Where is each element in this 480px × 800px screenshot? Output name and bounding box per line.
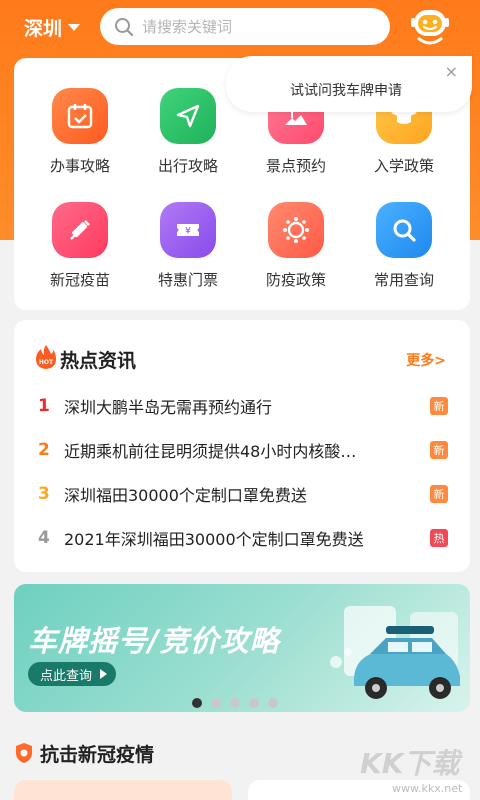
virus-icon xyxy=(268,202,324,258)
service-label: 常用查询 xyxy=(373,271,434,289)
service-label: 新冠疫苗 xyxy=(49,271,110,289)
news-rank: 4 xyxy=(38,528,50,548)
calendar-check-icon xyxy=(52,88,108,144)
news-rank: 1 xyxy=(38,396,50,416)
carousel-indicator xyxy=(192,698,278,708)
new-badge: 新 xyxy=(430,485,448,503)
service-item-ticket[interactable]: ¥ 特惠门票 xyxy=(138,202,238,290)
more-link[interactable]: 更多> xyxy=(406,350,446,370)
magnifier-icon xyxy=(376,202,432,258)
svg-text:¥: ¥ xyxy=(185,227,191,237)
promo-banner[interactable]: 车牌摇号/竞价攻略 点此查询 xyxy=(14,584,470,712)
watermark-url: www.kkx.net xyxy=(392,782,463,795)
chevron-down-icon xyxy=(68,23,81,31)
carousel-dot[interactable] xyxy=(249,698,259,708)
watermark-logo: KK下载 xyxy=(360,747,460,780)
search-bar[interactable] xyxy=(100,8,390,45)
city-selector[interactable]: 深圳 xyxy=(24,12,81,42)
news-rank: 3 xyxy=(38,484,50,504)
assistant-robot-icon[interactable] xyxy=(408,4,452,50)
service-label: 特惠门票 xyxy=(157,271,218,289)
news-text: 2021年深圳福田30000个定制口罩免费送 xyxy=(64,530,364,549)
send-arrow-icon xyxy=(160,88,216,144)
service-item-vaccine[interactable]: 新冠疫苗 xyxy=(30,202,130,290)
carousel-dot[interactable] xyxy=(211,698,221,708)
carousel-dot[interactable] xyxy=(230,698,240,708)
header: 深圳 xyxy=(0,0,480,56)
news-item[interactable]: 1 深圳大鹏半岛无需再预约通行 新 xyxy=(38,394,448,418)
service-label: 入学政策 xyxy=(373,157,434,175)
banner-title: 车牌摇号/竞价攻略 xyxy=(28,624,280,658)
search-icon xyxy=(115,17,134,36)
service-item-travel[interactable]: 出行攻略 xyxy=(138,88,238,176)
service-item-epidemic[interactable]: 防疫政策 xyxy=(246,202,346,290)
hot-badge: 热 xyxy=(430,529,448,547)
service-label: 办事攻略 xyxy=(49,157,110,175)
news-item[interactable]: 4 2021年深圳福田30000个定制口罩免费送 热 xyxy=(38,526,448,550)
shield-icon xyxy=(16,743,32,763)
news-item[interactable]: 3 深圳福田30000个定制口罩免费送 新 xyxy=(38,482,448,506)
covid-card[interactable] xyxy=(14,780,232,800)
carousel-dot[interactable] xyxy=(192,698,202,708)
news-item[interactable]: 2 近期乘机前往昆明须提供48小时内核酸… 新 xyxy=(38,438,448,462)
assistant-tooltip[interactable]: 试试问我车牌申请 × xyxy=(226,56,472,112)
close-icon[interactable]: × xyxy=(445,62,458,81)
search-input[interactable] xyxy=(142,17,372,36)
tooltip-text: 试试问我车牌申请 xyxy=(290,83,402,99)
section-title: 热点资讯 xyxy=(60,350,137,372)
hot-news-card: HOT 热点资讯 更多> 1 深圳大鹏半岛无需再预约通行 新 2 近期乘机前往昆… xyxy=(14,320,470,572)
service-item-guide[interactable]: 办事攻略 xyxy=(30,88,130,176)
ticket-icon: ¥ xyxy=(160,202,216,258)
new-badge: 新 xyxy=(430,397,448,415)
news-rank: 2 xyxy=(38,440,50,460)
syringe-icon xyxy=(52,202,108,258)
banner-cta-button[interactable]: 点此查询 xyxy=(28,662,117,686)
news-text: 近期乘机前往昆明须提供48小时内核酸… xyxy=(64,442,357,461)
carousel-dot[interactable] xyxy=(268,698,278,708)
service-label: 景点预约 xyxy=(265,157,326,175)
news-text: 深圳福田30000个定制口罩免费送 xyxy=(64,486,307,505)
new-badge: 新 xyxy=(430,441,448,459)
service-label: 出行攻略 xyxy=(157,157,218,175)
service-item-query[interactable]: 常用查询 xyxy=(354,202,454,290)
covid-section-title: 抗击新冠疫情 xyxy=(40,744,155,766)
svg-text:HOT: HOT xyxy=(39,359,54,366)
news-text: 深圳大鹏半岛无需再预约通行 xyxy=(64,398,273,417)
fire-icon: HOT xyxy=(36,345,56,369)
service-label: 防疫政策 xyxy=(265,271,326,289)
city-label: 深圳 xyxy=(24,17,63,40)
